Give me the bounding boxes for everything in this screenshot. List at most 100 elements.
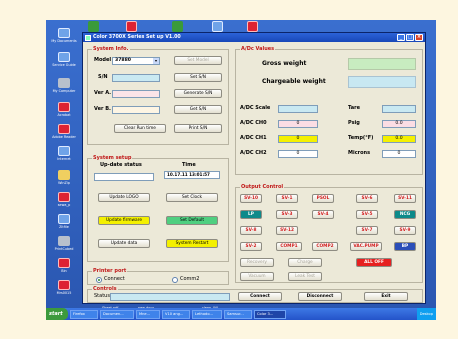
adc-values-label: A/Dc Values bbox=[240, 46, 276, 52]
ver-a-field[interactable] bbox=[112, 90, 160, 98]
ver-b-field[interactable] bbox=[112, 106, 160, 114]
desktop-icon[interactable]: My Documents bbox=[51, 28, 77, 43]
lp-button[interactable]: LP bbox=[240, 210, 262, 219]
disconnect-button[interactable]: Disconnect bbox=[298, 292, 342, 301]
task-button[interactable]: Firefox bbox=[70, 309, 98, 319]
update-data-button[interactable]: Update data bbox=[98, 239, 150, 248]
printer-port-label: Printer port bbox=[92, 268, 128, 274]
zip-icon bbox=[58, 170, 70, 180]
chargeable-weight-field bbox=[348, 76, 416, 88]
sv8-button[interactable]: SV-8 bbox=[240, 226, 262, 235]
recovery-button[interactable]: Recovery bbox=[240, 258, 274, 267]
leak-test-button[interactable]: Leak Test bbox=[288, 272, 322, 281]
vac-pump-button[interactable]: VAC.PUMP bbox=[350, 242, 382, 251]
desktop-icon[interactable]: sewa_p bbox=[51, 192, 77, 207]
desktop-icon[interactable]: PrintCubed bbox=[51, 236, 77, 251]
psig-field: 0.0 bbox=[382, 120, 416, 128]
adc-ch2-label: A/DC CH2 bbox=[240, 150, 267, 156]
output-control-label: Output Control bbox=[240, 184, 285, 190]
sv1-button[interactable]: SV-1 bbox=[276, 194, 298, 203]
model-label: Model bbox=[94, 57, 112, 63]
task-button[interactable]: Mne... bbox=[136, 309, 160, 319]
microns-label: Microns bbox=[348, 150, 371, 156]
sv4-button[interactable]: SV-4 bbox=[312, 210, 334, 219]
sv5-button[interactable]: SV-5 bbox=[356, 210, 378, 219]
adc-ch0-label: A/DC CH0 bbox=[240, 120, 267, 126]
generate-sn-button[interactable]: Generate S/N bbox=[174, 89, 222, 98]
sv7-button[interactable]: SV-7 bbox=[356, 226, 378, 235]
update-logo-button[interactable]: Update LOGO bbox=[98, 193, 150, 202]
charge-button[interactable]: Charge bbox=[288, 258, 322, 267]
connect-radio[interactable] bbox=[96, 277, 102, 283]
file-icon bbox=[58, 214, 70, 224]
task-button[interactable]: Documen... bbox=[100, 309, 134, 319]
program-icon[interactable] bbox=[247, 21, 258, 32]
task-button-active[interactable]: Color 3... bbox=[254, 309, 286, 319]
ver-b-label: Ver B. bbox=[94, 106, 111, 112]
maximize-button[interactable]: □ bbox=[406, 34, 414, 41]
desktop-icon[interactable]: WinZip bbox=[51, 170, 77, 185]
set-clock-button[interactable]: Set Clock bbox=[166, 193, 218, 202]
model-select[interactable]: 37880 ▾ bbox=[112, 57, 160, 65]
set-model-button[interactable]: Set Model bbox=[174, 56, 222, 65]
comm2-radio[interactable] bbox=[172, 277, 178, 283]
sv9-button[interactable]: SV-9 bbox=[394, 226, 416, 235]
connect-button[interactable]: Connect bbox=[238, 292, 282, 301]
set-default-button[interactable]: Set Default bbox=[166, 216, 218, 225]
system-tray[interactable]: Deskop bbox=[416, 308, 436, 320]
adc-ch1-label: A/DC CH1 bbox=[240, 135, 267, 141]
sv12-button[interactable]: SV-12 bbox=[276, 226, 298, 235]
desktop-icon[interactable]: My Computer bbox=[51, 78, 77, 93]
set-sn-button[interactable]: Set S/N bbox=[174, 73, 222, 82]
all-off-button[interactable]: ALL OFF bbox=[356, 258, 392, 267]
printer-icon bbox=[58, 236, 70, 246]
tare-field bbox=[382, 105, 416, 113]
desktop-icon[interactable]: Internet bbox=[51, 146, 77, 161]
task-button[interactable]: Samsur... bbox=[224, 309, 252, 319]
desktop-icon[interactable]: Service Guide bbox=[51, 52, 77, 67]
program-icon[interactable] bbox=[126, 21, 137, 32]
minimize-button[interactable]: _ bbox=[397, 34, 405, 41]
sv11-button[interactable]: SV-11 bbox=[394, 194, 416, 203]
sv10-button[interactable]: SV-10 bbox=[240, 194, 262, 203]
desktop-icon[interactable]: Bin bbox=[51, 258, 77, 273]
sv3-button[interactable]: SV-3 bbox=[276, 210, 298, 219]
desktop-icon[interactable]: Acrobat bbox=[51, 102, 77, 117]
app-icon bbox=[85, 34, 91, 41]
adc-scale-field bbox=[278, 105, 318, 113]
desktop-icon[interactable]: Mrs0015 bbox=[51, 280, 77, 295]
bp-button[interactable]: BP bbox=[394, 242, 416, 251]
system-info-label: System Info. bbox=[92, 46, 130, 52]
start-button[interactable]: start bbox=[46, 308, 68, 320]
sn-field[interactable] bbox=[112, 74, 160, 82]
sv2-button[interactable]: SV-2 bbox=[240, 242, 262, 251]
print-sn-button[interactable]: Print S/N bbox=[174, 124, 222, 133]
system-setup-label: System setup bbox=[92, 155, 133, 161]
desktop: My Documents Service Guide My Computer A… bbox=[46, 20, 436, 320]
system-restart-button[interactable]: System Restart bbox=[166, 239, 218, 248]
update-firmware-button[interactable]: Update firmware bbox=[98, 216, 150, 225]
get-sn-button[interactable]: Get S/N bbox=[174, 105, 222, 114]
task-button[interactable]: Lethodo... bbox=[192, 309, 222, 319]
desktop-icon-column: My Documents Service Guide My Computer A… bbox=[46, 20, 82, 310]
desktop-icon[interactable]: Zitfile bbox=[51, 214, 77, 229]
temp-field: 0.0 bbox=[382, 135, 416, 143]
update-status-label: Up-date status bbox=[100, 162, 142, 168]
program-icon[interactable] bbox=[88, 21, 99, 32]
clear-run-time-button[interactable]: Clear Run time bbox=[114, 124, 166, 133]
vacuum-button[interactable]: Vacuum bbox=[240, 272, 274, 281]
comp2-button[interactable]: COMP2 bbox=[312, 242, 338, 251]
program-icon[interactable] bbox=[212, 21, 223, 32]
chevron-down-icon[interactable]: ▾ bbox=[153, 58, 159, 64]
desktop-icon[interactable]: Adobe Reader bbox=[51, 124, 77, 139]
psol-button[interactable]: PSOL bbox=[312, 194, 334, 203]
ncg-button[interactable]: NCG bbox=[394, 210, 416, 219]
program-icon[interactable] bbox=[172, 21, 183, 32]
task-button[interactable]: V10 ang... bbox=[162, 309, 190, 319]
comp1-button[interactable]: COMP1 bbox=[276, 242, 302, 251]
ch2-field: 0 bbox=[278, 150, 318, 158]
time-label: Time bbox=[182, 162, 196, 168]
exit-button[interactable]: Exit bbox=[364, 292, 408, 301]
sv6-button[interactable]: SV-6 bbox=[356, 194, 378, 203]
close-button[interactable]: × bbox=[415, 34, 423, 41]
